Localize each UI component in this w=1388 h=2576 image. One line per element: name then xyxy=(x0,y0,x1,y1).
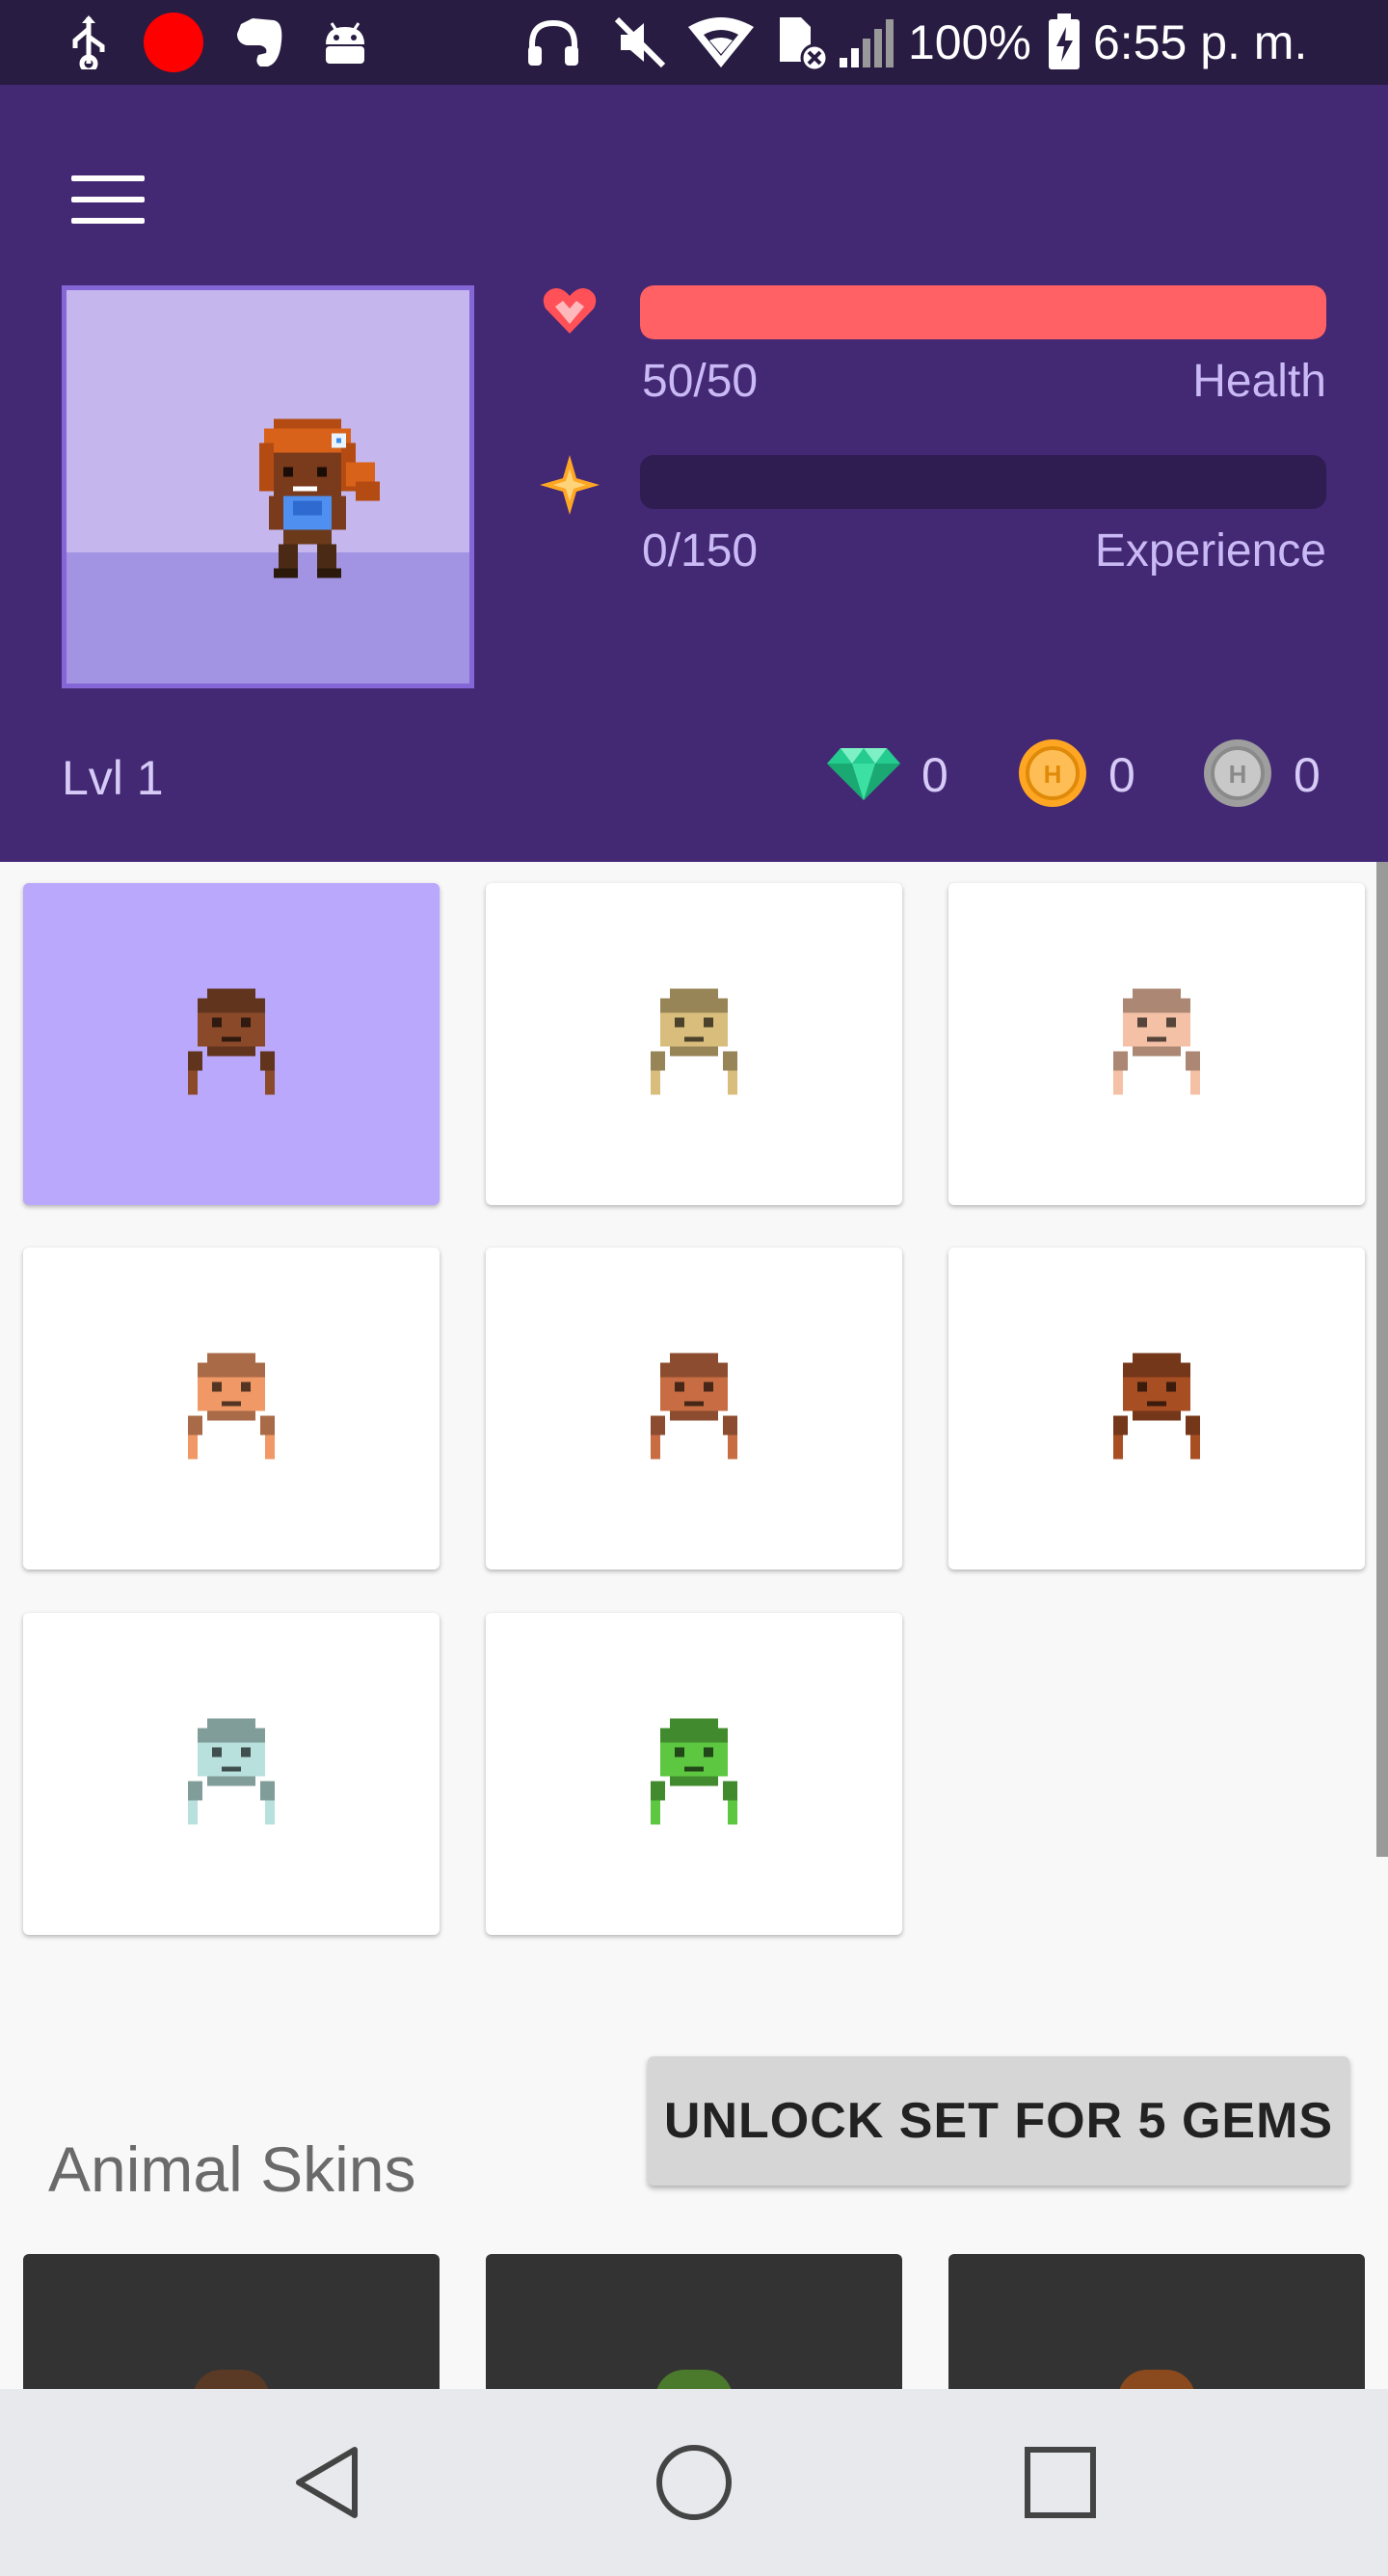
clock: 6:55 p. m. xyxy=(1093,15,1308,69)
scrollbar[interactable] xyxy=(1376,862,1388,1857)
skin-face-icon xyxy=(646,1353,742,1464)
hamburger-menu-icon[interactable] xyxy=(58,152,158,253)
skin-option-skin-dark-brown[interactable] xyxy=(23,883,440,1205)
skin-face-icon xyxy=(646,988,742,1100)
unlock-set-button[interactable]: UNLOCK SET FOR 5 GEMS xyxy=(648,2056,1349,2186)
health-bar-fill xyxy=(640,285,1326,339)
skin-face-icon xyxy=(1108,1353,1205,1464)
level-label: Lvl 1 xyxy=(62,751,164,805)
gold-value: 0 xyxy=(1108,748,1135,802)
health-label: Health xyxy=(1192,356,1326,407)
avatar-character-sprite xyxy=(259,418,380,578)
animal-skins-heading: Animal Skins xyxy=(48,2133,416,2205)
hourglass-value: 0 xyxy=(1294,748,1321,802)
evernote-icon xyxy=(229,13,287,71)
recents-square-icon[interactable] xyxy=(964,2389,1157,2576)
heart-icon xyxy=(542,285,598,340)
gem-icon xyxy=(827,746,900,805)
animal-skin-card[interactable] xyxy=(948,2254,1365,2389)
skin-face-icon xyxy=(183,1353,280,1464)
animal-skin-card[interactable] xyxy=(23,2254,440,2389)
skin-option-skin-green[interactable] xyxy=(486,1613,902,1935)
health-bar xyxy=(640,285,1326,339)
experience-value: 0/150 xyxy=(642,525,759,577)
navigation-bar xyxy=(0,2389,1388,2576)
skin-option-skin-peach[interactable] xyxy=(23,1248,440,1570)
skin-option-skin-pale-cyan[interactable] xyxy=(23,1613,440,1935)
wifi-icon xyxy=(686,13,756,71)
experience-bar xyxy=(640,455,1326,509)
animal-skin-peek xyxy=(655,2370,733,2389)
skin-option-skin-tan[interactable] xyxy=(486,883,902,1205)
usb-icon xyxy=(60,13,118,71)
record-icon xyxy=(143,13,204,72)
skin-face-icon xyxy=(183,1718,280,1830)
animal-skin-card[interactable] xyxy=(486,2254,902,2389)
svg-text:H: H xyxy=(1229,760,1247,789)
silver-coin-icon: H xyxy=(1203,738,1272,813)
skin-face-icon xyxy=(1108,988,1205,1100)
star-icon xyxy=(540,455,600,520)
skin-face-icon xyxy=(183,988,280,1100)
signal-icon xyxy=(835,13,902,71)
avatar-header: 50/50 Health 0/150 Experience Lvl 1 0 H … xyxy=(0,85,1388,862)
mute-icon xyxy=(611,13,669,71)
android-debug-icon xyxy=(314,13,376,71)
skin-option-skin-medium-brown[interactable] xyxy=(486,1248,902,1570)
health-value: 50/50 xyxy=(642,356,759,407)
skin-option-skin-pale-peach[interactable] xyxy=(948,883,1365,1205)
no-sim-icon xyxy=(771,13,831,71)
avatar[interactable] xyxy=(62,285,474,688)
skin-face-icon xyxy=(646,1718,742,1830)
animal-skin-peek xyxy=(1118,2370,1195,2389)
headphones-icon xyxy=(524,13,582,71)
gems-value: 0 xyxy=(921,748,948,802)
svg-text:H: H xyxy=(1044,760,1062,789)
battery-percent: 100% xyxy=(908,15,1031,69)
skin-option-skin-deep-brown[interactable] xyxy=(948,1248,1365,1570)
animal-skin-peek xyxy=(193,2370,270,2389)
experience-label: Experience xyxy=(1094,525,1326,577)
battery-charging-icon xyxy=(1045,13,1083,71)
gems-counter: 0 xyxy=(827,737,948,814)
gold-counter: H 0 xyxy=(1018,737,1135,814)
gold-coin-icon: H xyxy=(1018,738,1087,813)
back-triangle-icon[interactable] xyxy=(231,2389,424,2576)
hourglass-counter: H 0 xyxy=(1203,737,1321,814)
status-bar: 100% 6:55 p. m. xyxy=(0,0,1388,85)
home-circle-icon[interactable] xyxy=(598,2389,790,2576)
